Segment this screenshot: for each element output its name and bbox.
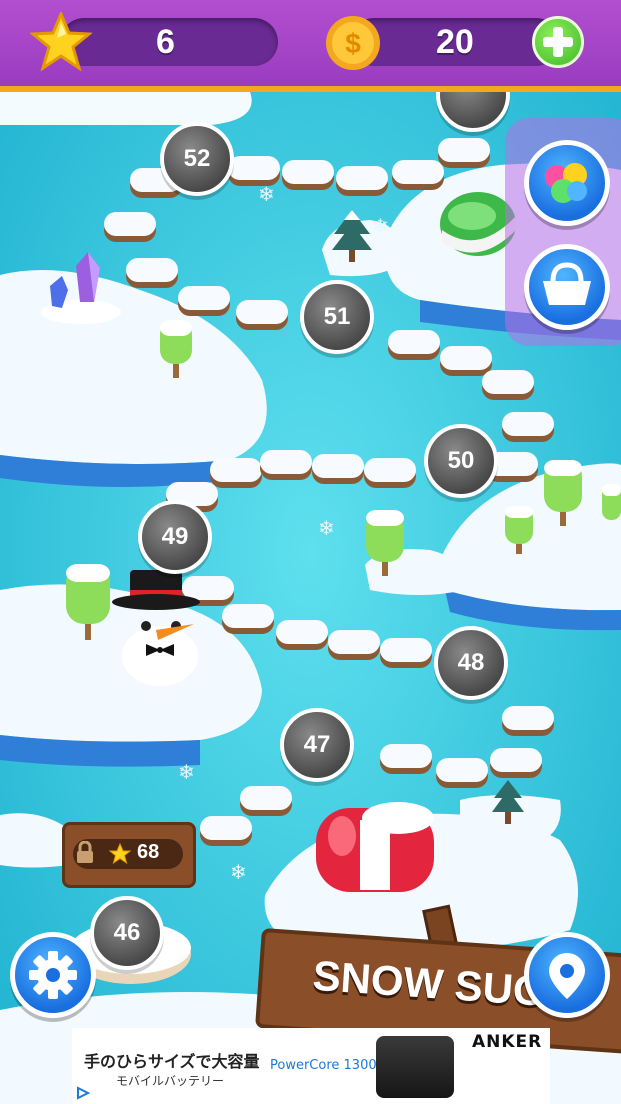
ice-tree-icon bbox=[62, 562, 110, 640]
booster-button[interactable] bbox=[524, 140, 610, 226]
path-stone bbox=[380, 744, 432, 768]
shop-button[interactable] bbox=[524, 244, 610, 330]
star-icon bbox=[30, 12, 92, 72]
level-node[interactable]: 49 bbox=[138, 500, 212, 574]
svg-text:$: $ bbox=[345, 28, 361, 59]
snowflake-icon: ❄ bbox=[258, 182, 275, 206]
snowflake-icon: ❄ bbox=[178, 760, 195, 784]
path-stone bbox=[436, 758, 488, 782]
path-stone bbox=[282, 160, 334, 184]
stars-counter: 6 bbox=[60, 18, 278, 66]
settings-button[interactable] bbox=[10, 932, 96, 1018]
path-stone bbox=[364, 458, 416, 482]
ad-product-image bbox=[376, 1036, 454, 1098]
red-candy-icon bbox=[316, 802, 434, 892]
path-stone bbox=[236, 300, 288, 324]
gear-icon bbox=[29, 951, 77, 999]
snowflake-icon: ❄ bbox=[230, 860, 247, 884]
locate-button[interactable] bbox=[524, 932, 610, 1018]
path-stone bbox=[260, 450, 312, 474]
path-stone bbox=[104, 212, 156, 236]
ice-tree-icon bbox=[540, 458, 582, 526]
path-stone bbox=[502, 412, 554, 436]
lock-icon bbox=[77, 841, 93, 863]
path-stone bbox=[328, 630, 380, 654]
top-bar: 6 20 $ bbox=[0, 0, 621, 92]
ad-choices-icon[interactable] bbox=[76, 1086, 90, 1100]
path-stone bbox=[490, 748, 542, 772]
path-stone bbox=[240, 786, 292, 810]
level-node[interactable]: 46 bbox=[90, 896, 164, 970]
snowflake-icon: ❄ bbox=[318, 516, 335, 540]
ad-subline: モバイルバッテリー bbox=[116, 1074, 225, 1088]
path-stone bbox=[178, 286, 230, 310]
path-stone bbox=[210, 458, 262, 482]
map-pin-icon bbox=[549, 953, 585, 999]
path-stone bbox=[200, 816, 252, 840]
ice-tree-icon bbox=[156, 318, 196, 378]
ice-tree-icon bbox=[600, 482, 621, 538]
path-stone bbox=[388, 330, 440, 354]
level-node[interactable]: 52 bbox=[160, 122, 234, 196]
star-icon bbox=[109, 843, 131, 865]
path-stone bbox=[482, 370, 534, 394]
path-stone bbox=[380, 638, 432, 662]
path-stone bbox=[126, 258, 178, 282]
game-map: ❄ ❄ ❄ ❄ ❄ 52 51 50 49 48 47 46 68 SNOW S… bbox=[0, 0, 621, 1104]
level-node[interactable]: 47 bbox=[280, 708, 354, 782]
pine-tree-icon bbox=[332, 210, 372, 262]
path-stone bbox=[312, 454, 364, 478]
ad-headline: 手のひらサイズで大容量 bbox=[84, 1052, 260, 1071]
dollar-coin-icon: $ bbox=[326, 16, 380, 70]
snowman-character bbox=[112, 570, 208, 692]
path-stone bbox=[222, 604, 274, 628]
star-gate-sign[interactable]: 68 bbox=[62, 822, 196, 888]
path-stone bbox=[392, 160, 444, 184]
stars-required-text: 68 bbox=[137, 841, 160, 863]
level-node[interactable]: 51 bbox=[300, 280, 374, 354]
path-stone bbox=[336, 166, 388, 190]
pine-tree-icon bbox=[492, 780, 524, 824]
crystal-icon bbox=[41, 252, 121, 324]
coins-count: 20 bbox=[436, 23, 474, 61]
plus-icon bbox=[543, 27, 573, 57]
ad-banner[interactable]: 手のひらサイズで大容量 モバイルバッテリー PowerCore 13000 AN… bbox=[72, 1028, 550, 1104]
color-balls-icon bbox=[545, 163, 587, 203]
ad-brand: ANKER bbox=[472, 1032, 543, 1052]
snowflake-icon: ❄ bbox=[372, 214, 389, 238]
ice-tree-icon bbox=[502, 504, 542, 560]
add-coins-button[interactable] bbox=[532, 16, 584, 68]
path-stone bbox=[228, 156, 280, 180]
area-name-text: SNOW SUG bbox=[311, 951, 548, 1015]
level-node[interactable]: 50 bbox=[424, 424, 498, 498]
stars-count: 6 bbox=[156, 23, 175, 61]
path-stone bbox=[440, 346, 492, 370]
ad-product: PowerCore 13000 bbox=[270, 1058, 385, 1073]
basket-icon bbox=[543, 262, 591, 305]
path-stone bbox=[438, 138, 490, 162]
path-stone bbox=[502, 706, 554, 730]
path-stone bbox=[276, 620, 328, 644]
ice-tree-icon bbox=[362, 508, 404, 576]
level-node[interactable]: 48 bbox=[434, 626, 508, 700]
